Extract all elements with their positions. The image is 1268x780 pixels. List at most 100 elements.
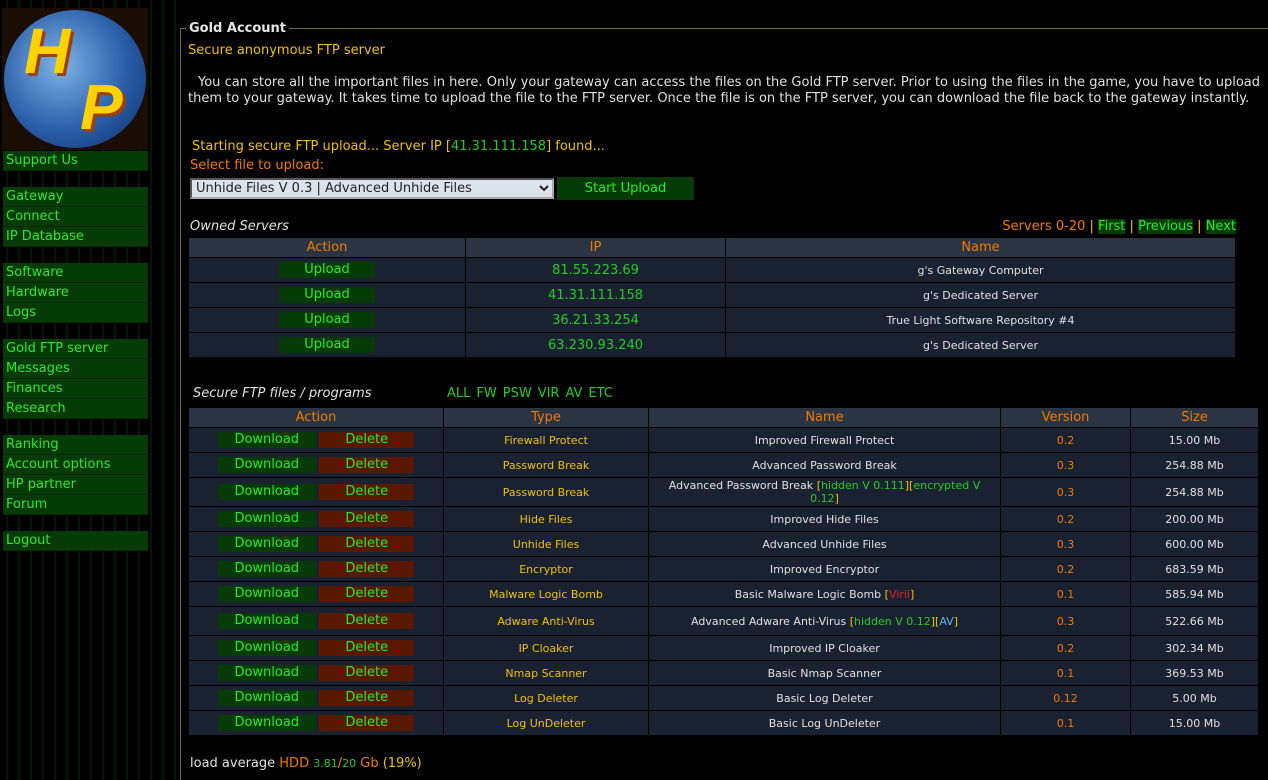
logo[interactable]: HP	[2, 8, 148, 150]
file-row: Download Delete Hide Files Improved Hide…	[188, 506, 1259, 532]
previous-link[interactable]: Previous	[1138, 219, 1194, 234]
file-version: 0.3	[1000, 477, 1131, 507]
file-type: Encryptor	[443, 556, 649, 582]
download-button[interactable]: Download	[217, 484, 316, 500]
delete-button[interactable]: Delete	[319, 457, 415, 473]
sidebar-item[interactable]: Finances	[3, 379, 148, 399]
file-size: 522.66 Mb	[1130, 606, 1259, 636]
delete-button[interactable]: Delete	[319, 715, 415, 731]
download-button[interactable]: Download	[217, 511, 316, 527]
servers-table: Action IP Name Upload 81.55.223.69 g's Gatewa…	[188, 237, 1236, 358]
download-button[interactable]: Download	[217, 715, 316, 731]
file-name: Basic Nmap Scanner	[648, 660, 1001, 686]
delete-button[interactable]: Delete	[319, 665, 415, 681]
server-row: Upload 81.55.223.69 g's Gateway Computer	[188, 257, 1236, 283]
next-link[interactable]: Next	[1205, 219, 1236, 234]
start-upload-button[interactable]: Start Upload	[557, 177, 694, 200]
filter-link[interactable]: PSW	[503, 386, 532, 401]
column-header: Name	[648, 407, 1001, 428]
delete-button[interactable]: Delete	[319, 690, 415, 706]
sidebar-item[interactable]: Logout	[3, 531, 148, 551]
delete-button[interactable]: Delete	[319, 432, 415, 448]
sidebar-item[interactable]: Forum	[3, 495, 148, 515]
sidebar-item[interactable]: Logs	[3, 303, 148, 323]
sidebar-item[interactable]: Connect	[3, 207, 148, 227]
file-size: 254.88 Mb	[1130, 477, 1259, 507]
filter-link[interactable]: FW	[476, 386, 496, 401]
file-size: 600.00 Mb	[1130, 531, 1259, 557]
download-button[interactable]: Download	[217, 457, 316, 473]
file-name: Improved Firewall Protect	[648, 427, 1001, 453]
download-button[interactable]: Download	[217, 690, 316, 706]
file-type: Log Deleter	[443, 685, 649, 711]
file-type: Password Break	[443, 477, 649, 507]
filter-link[interactable]: ALL	[447, 386, 470, 401]
file-version: 0.1	[1000, 660, 1131, 686]
sidebar-item[interactable]: IP Database	[3, 227, 148, 247]
download-button[interactable]: Download	[217, 586, 316, 602]
sidebar-item[interactable]: Messages	[3, 359, 148, 379]
column-header: Type	[443, 407, 649, 428]
file-row: Download Delete Log Deleter Basic Log De…	[188, 685, 1259, 711]
server-ip[interactable]: 63.230.93.240	[465, 332, 726, 358]
file-version: 0.2	[1000, 556, 1131, 582]
sidebar-item[interactable]: HP partner	[3, 475, 148, 495]
delete-button[interactable]: Delete	[319, 640, 415, 656]
file-row: Download Delete Unhide Files Advanced Un…	[188, 531, 1259, 557]
sidebar-item[interactable]: Research	[3, 399, 148, 419]
download-button[interactable]: Download	[217, 665, 316, 681]
upload-button[interactable]: Upload	[279, 337, 375, 353]
sidebar-item[interactable]: Ranking	[3, 435, 148, 455]
file-version: 0.1	[1000, 710, 1131, 736]
delete-button[interactable]: Delete	[319, 484, 415, 500]
column-header: Name	[725, 237, 1236, 258]
file-version: 0.2	[1000, 427, 1131, 453]
filter-link[interactable]: ETC	[588, 386, 612, 401]
file-size: 369.53 Mb	[1130, 660, 1259, 686]
file-version: 0.1	[1000, 581, 1131, 607]
column-header: Action	[188, 237, 466, 258]
file-version: 0.3	[1000, 606, 1131, 636]
server-ip[interactable]: 41.31.111.158	[465, 282, 726, 308]
description: You can store all the important files in…	[188, 75, 1260, 106]
upload-button[interactable]: Upload	[279, 287, 375, 303]
server-ip[interactable]: 81.55.223.69	[465, 257, 726, 283]
status-message: Starting secure FTP upload... Server IP …	[192, 139, 605, 154]
file-size: 15.00 Mb	[1130, 427, 1259, 453]
file-name: Improved Hide Files	[648, 506, 1001, 532]
sidebar-item[interactable]: Account options	[3, 455, 148, 475]
file-version: 0.12	[1000, 685, 1131, 711]
server-ip[interactable]: 36.21.33.254	[465, 307, 726, 333]
file-size: 254.88 Mb	[1130, 452, 1259, 478]
upload-button[interactable]: Upload	[279, 262, 375, 278]
download-button[interactable]: Download	[217, 432, 316, 448]
file-row: Download Delete Password Break Advanced …	[188, 477, 1259, 507]
download-button[interactable]: Download	[217, 640, 316, 656]
filter-link[interactable]: VIR	[538, 386, 560, 401]
delete-button[interactable]: Delete	[319, 561, 415, 577]
filter-link[interactable]: AV	[565, 386, 582, 401]
download-button[interactable]: Download	[217, 561, 316, 577]
file-name: Advanced Unhide Files	[648, 531, 1001, 557]
delete-button[interactable]: Delete	[319, 586, 415, 602]
delete-button[interactable]: Delete	[319, 511, 415, 527]
delete-button[interactable]: Delete	[319, 536, 415, 552]
column-header: IP	[465, 237, 726, 258]
file-select[interactable]: Unhide Files V 0.3 | Advanced Unhide Fil…	[190, 178, 554, 199]
file-version: 0.2	[1000, 506, 1131, 532]
file-tag: AV	[939, 614, 954, 628]
upload-button[interactable]: Upload	[279, 312, 375, 328]
sidebar-item[interactable]: Support Us	[3, 151, 148, 171]
download-button[interactable]: Download	[217, 613, 316, 629]
delete-button[interactable]: Delete	[319, 613, 415, 629]
load-average: load average HDD 3.81/20 Gb (19%)	[190, 756, 422, 771]
sidebar-item[interactable]: Gold FTP server	[3, 339, 148, 359]
sidebar-item[interactable]: Gateway	[3, 187, 148, 207]
file-name: Advanced Password Break [hidden V 0.111]…	[648, 477, 1001, 507]
file-tag: hidden V 0.12	[853, 614, 931, 628]
sidebar-item[interactable]: Hardware	[3, 283, 148, 303]
first-link[interactable]: First	[1098, 219, 1126, 234]
download-button[interactable]: Download	[217, 536, 316, 552]
sidebar-item[interactable]: Software	[3, 263, 148, 283]
owned-servers-title: Owned Servers	[190, 219, 289, 234]
